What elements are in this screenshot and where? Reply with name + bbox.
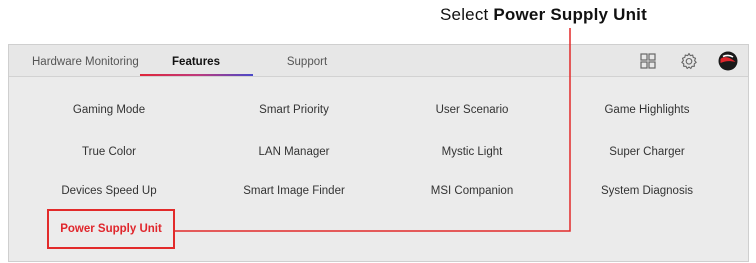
gear-icon[interactable] bbox=[679, 51, 699, 71]
feature-gaming-mode[interactable]: Gaming Mode bbox=[29, 98, 189, 122]
feature-power-supply-unit[interactable]: Power Supply Unit bbox=[49, 211, 173, 247]
msi-dragon-logo-icon[interactable] bbox=[717, 50, 739, 72]
active-tab-indicator bbox=[140, 74, 253, 76]
highlight-box: Power Supply Unit bbox=[47, 209, 175, 249]
callout-target: Power Supply Unit bbox=[493, 5, 647, 24]
callout-title: Select Power Supply Unit bbox=[440, 0, 647, 30]
tab-hardware-monitoring[interactable]: Hardware Monitoring bbox=[32, 45, 142, 76]
feature-game-highlights[interactable]: Game Highlights bbox=[567, 98, 727, 122]
feature-super-charger[interactable]: Super Charger bbox=[567, 140, 727, 164]
top-navigation-bar: Hardware Monitoring Features Support bbox=[9, 45, 748, 77]
callout-prefix: Select bbox=[440, 5, 489, 24]
feature-smart-image-finder[interactable]: Smart Image Finder bbox=[214, 179, 374, 203]
grid-view-icon[interactable] bbox=[638, 51, 658, 71]
feature-msi-companion[interactable]: MSI Companion bbox=[392, 179, 552, 203]
msi-center-window: Hardware Monitoring Features Support Gam… bbox=[8, 44, 749, 262]
feature-lan-manager[interactable]: LAN Manager bbox=[214, 140, 374, 164]
feature-mystic-light[interactable]: Mystic Light bbox=[392, 140, 552, 164]
feature-user-scenario[interactable]: User Scenario bbox=[392, 98, 552, 122]
feature-true-color[interactable]: True Color bbox=[29, 140, 189, 164]
feature-system-diagnosis[interactable]: System Diagnosis bbox=[567, 179, 727, 203]
feature-smart-priority[interactable]: Smart Priority bbox=[214, 98, 374, 122]
tab-features[interactable]: Features bbox=[142, 45, 250, 76]
feature-devices-speed-up[interactable]: Devices Speed Up bbox=[29, 179, 189, 203]
tab-support[interactable]: Support bbox=[257, 45, 357, 76]
